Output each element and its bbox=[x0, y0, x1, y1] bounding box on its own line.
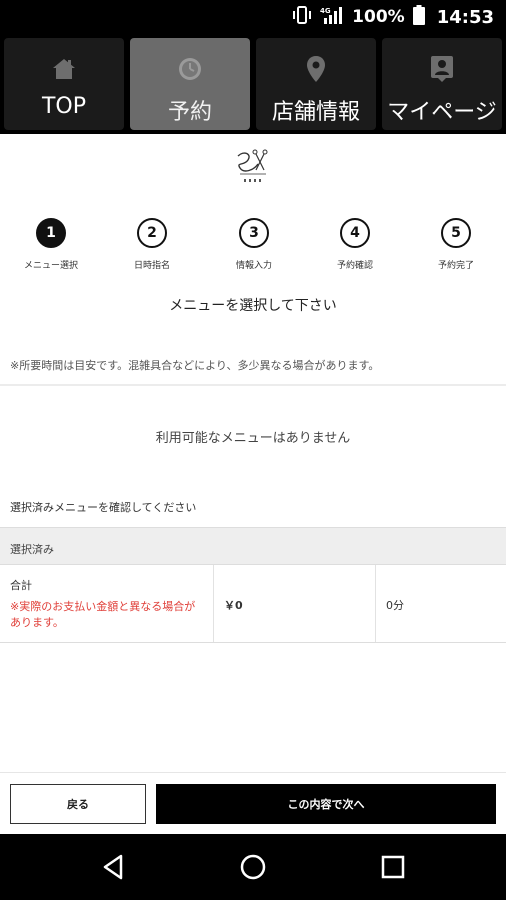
map-pin-icon bbox=[306, 54, 326, 84]
step-3-label: 情報入力 bbox=[235, 261, 272, 271]
footer-actions: 戻る この内容で次へ bbox=[0, 772, 506, 834]
tab-top-label: TOP bbox=[41, 94, 87, 119]
total-cell: 合計 ※実際のお支払い金額と異なる場合があります。 bbox=[0, 565, 214, 642]
tab-reservation-label: 予約 bbox=[167, 100, 212, 125]
tab-top[interactable]: TOP bbox=[4, 38, 124, 130]
step-1: 1 メニュー選択 bbox=[6, 218, 96, 271]
status-time: 14:53 bbox=[436, 6, 494, 28]
clock-icon bbox=[177, 54, 203, 84]
main-nav: TOP 予約 店舗情報 マイページ bbox=[0, 34, 506, 134]
step-4-label: 予約確認 bbox=[336, 261, 373, 271]
step-4: 4 予約確認 bbox=[310, 218, 400, 271]
signal-icon: 4G bbox=[320, 5, 344, 29]
empty-menu-message: 利用可能なメニューはありません bbox=[155, 431, 351, 446]
page-title: メニューを選択して下さい bbox=[169, 298, 337, 314]
tab-store-info[interactable]: 店舗情報 bbox=[256, 38, 376, 130]
step-3: 3 情報入力 bbox=[209, 218, 299, 271]
back-button[interactable]: 戻る bbox=[10, 784, 146, 824]
battery-percent: 100% bbox=[352, 7, 405, 27]
step-5-number: 5 bbox=[441, 218, 471, 248]
tab-mypage-label: マイページ bbox=[387, 100, 497, 125]
tab-store-info-label: 店舗情報 bbox=[271, 100, 360, 125]
tab-mypage[interactable]: マイページ bbox=[382, 38, 502, 130]
brand-logo bbox=[230, 148, 276, 188]
tab-reservation[interactable]: 予約 bbox=[130, 38, 250, 130]
step-1-number: 1 bbox=[36, 218, 66, 248]
step-2-label: 日時指名 bbox=[133, 261, 170, 271]
step-1-label: メニュー選択 bbox=[23, 261, 78, 271]
selected-section-header: 選択済み bbox=[0, 527, 506, 565]
step-3-number: 3 bbox=[239, 218, 269, 248]
back-triangle-icon[interactable] bbox=[98, 852, 128, 882]
summary-row: 合計 ※実際のお支払い金額と異なる場合があります。 ￥0 0分 bbox=[0, 565, 506, 643]
svg-text:4G: 4G bbox=[320, 7, 331, 15]
total-price: ￥0 bbox=[214, 565, 376, 642]
status-bar: 4G 100% 14:53 bbox=[0, 0, 506, 34]
home-icon bbox=[51, 54, 77, 84]
home-circle-icon[interactable] bbox=[238, 852, 268, 882]
total-duration: 0分 bbox=[386, 599, 404, 612]
recents-square-icon[interactable] bbox=[378, 852, 408, 882]
divider bbox=[0, 384, 506, 386]
step-5: 5 予約完了 bbox=[411, 218, 501, 271]
battery-icon bbox=[412, 5, 425, 29]
status-icons: 4G 100% 14:53 bbox=[292, 5, 494, 29]
step-2: 2 日時指名 bbox=[107, 218, 197, 271]
next-button[interactable]: この内容で次へ bbox=[156, 784, 496, 824]
total-label: 合計 bbox=[10, 579, 32, 592]
confirm-selection-heading: 選択済みメニューを確認してください bbox=[10, 501, 197, 514]
vibrate-icon bbox=[292, 6, 312, 28]
step-4-number: 4 bbox=[340, 218, 370, 248]
step-2-number: 2 bbox=[137, 218, 167, 248]
payment-warning: ※実際のお支払い金額と異なる場合があります。 bbox=[10, 600, 196, 629]
system-nav-bar bbox=[0, 834, 506, 900]
step-indicator: 1 メニュー選択 2 日時指名 3 情報入力 4 予約確認 5 予約完了 bbox=[0, 218, 506, 278]
account-icon bbox=[430, 54, 454, 84]
duration-notice: ※所要時間は目安です。混雑具合などにより、多少異なる場合があります。 bbox=[10, 359, 380, 372]
step-5-label: 予約完了 bbox=[437, 261, 474, 271]
